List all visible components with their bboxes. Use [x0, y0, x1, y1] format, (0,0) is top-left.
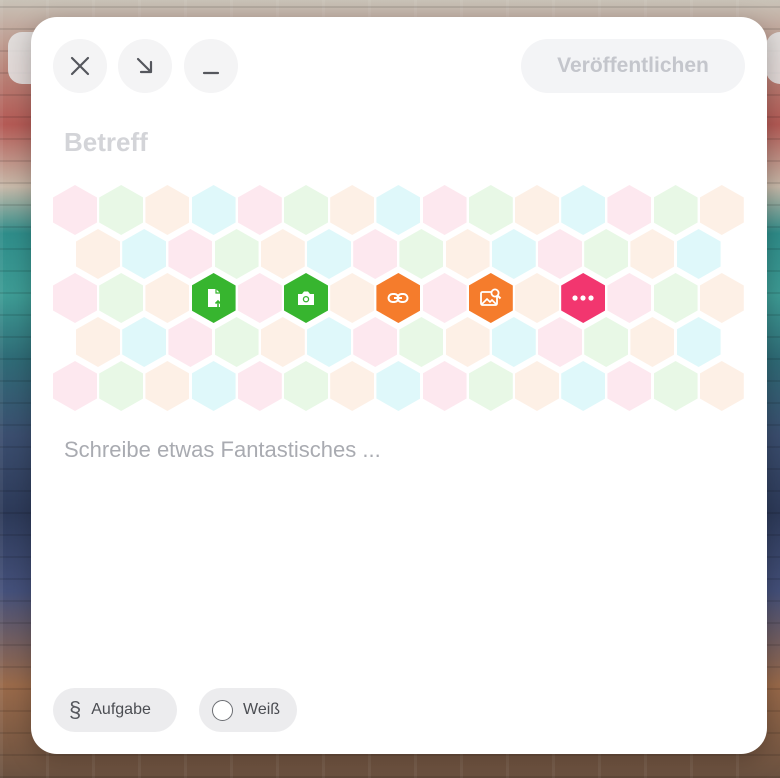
decorative-hexagon [53, 361, 97, 411]
decorative-hexagon [561, 185, 606, 235]
decorative-hexagon [515, 273, 559, 323]
decorative-hexagon [353, 317, 398, 367]
decorative-hexagon [260, 229, 305, 279]
decorative-hexagon [53, 273, 97, 323]
decorative-hexagon [376, 185, 421, 235]
more-icon [571, 293, 595, 303]
decorative-hexagon [237, 361, 282, 411]
decorative-hexagon [468, 361, 513, 411]
decorative-hexagon [168, 229, 213, 279]
decorative-hexagon [607, 185, 652, 235]
decorative-hexagon [353, 229, 398, 279]
decorative-hexagon [630, 229, 675, 279]
decorative-hexagon [237, 185, 282, 235]
decorative-hexagon [330, 273, 375, 323]
decorative-hexagon [515, 361, 559, 411]
color-select-button[interactable]: Weiß [199, 688, 297, 732]
camera-button[interactable] [284, 273, 328, 323]
decorative-hexagon [653, 361, 698, 411]
decorative-hexagon [76, 317, 120, 367]
compose-dialog: Veröffentlichen Betreff Schreibe etwas F… [31, 17, 767, 754]
decorative-hexagon [99, 185, 144, 235]
decorative-hexagon [468, 185, 513, 235]
decorative-hexagon [237, 273, 282, 323]
decorative-hexagon [330, 361, 375, 411]
decorative-hexagon [491, 317, 536, 367]
decorative-hexagon [630, 317, 675, 367]
decorative-hexagon [376, 361, 421, 411]
decorative-hexagon [122, 317, 167, 367]
decorative-hexagon [330, 185, 375, 235]
decorative-hexagon [538, 229, 582, 279]
decorative-hexagon [422, 185, 467, 235]
task-toggle-button[interactable]: § Aufgabe [53, 688, 177, 732]
expand-button[interactable] [118, 39, 172, 93]
image-search-icon [479, 287, 503, 309]
decorative-hexagon [653, 185, 698, 235]
decorative-hexagon [607, 361, 652, 411]
decorative-hexagon [53, 185, 97, 235]
minimize-button[interactable] [184, 39, 238, 93]
decorative-hexagon [676, 229, 721, 279]
file-upload-icon [203, 287, 225, 309]
decorative-hexagon [191, 185, 236, 235]
publish-button[interactable]: Veröffentlichen [521, 39, 745, 93]
decorative-hexagon [491, 229, 536, 279]
decorative-hexagon [422, 273, 467, 323]
decorative-hexagon [399, 229, 444, 279]
decorative-hexagon [561, 361, 606, 411]
decorative-hexagon [168, 317, 213, 367]
decorative-hexagon [122, 229, 167, 279]
decorative-hexagon [260, 317, 305, 367]
decorative-hexagon [699, 185, 744, 235]
decorative-hexagon [445, 317, 490, 367]
color-label: Weiß [243, 701, 281, 718]
decorative-hexagon [99, 361, 144, 411]
decorative-hexagon [76, 229, 120, 279]
task-label: Aufgabe [91, 701, 151, 718]
decorative-hexagon [191, 361, 236, 411]
decorative-hexagon [607, 273, 652, 323]
arrow-down-right-icon [136, 57, 153, 74]
decorative-hexagon [584, 229, 629, 279]
decorative-hexagon [653, 273, 698, 323]
decorative-hexagon [676, 317, 721, 367]
decorative-hexagon [699, 273, 744, 323]
decorative-hexagon [399, 317, 444, 367]
link-icon [386, 287, 410, 309]
decorative-hexagon [214, 229, 259, 279]
decorative-hexagon [145, 273, 190, 323]
decorative-hexagon [515, 185, 559, 235]
section-sign-icon: § [69, 697, 82, 722]
color-radio-icon [212, 699, 233, 721]
link-button[interactable] [376, 273, 421, 323]
decorative-hexagon [584, 317, 629, 367]
upload-file-button[interactable] [191, 273, 236, 323]
decorative-hexagon [538, 317, 582, 367]
minimize-icon [202, 71, 220, 75]
decorative-hexagon [307, 229, 351, 279]
decorative-hexagon [99, 273, 144, 323]
decorative-hexagon [445, 229, 490, 279]
background-window-edge-right [766, 32, 780, 84]
decorative-hexagon [284, 361, 328, 411]
decorative-hexagon [145, 361, 190, 411]
body-text-input[interactable]: Schreibe etwas Fantastisches ... [64, 437, 381, 463]
close-button[interactable] [53, 39, 107, 93]
camera-icon [295, 287, 317, 309]
decorative-hexagon [214, 317, 259, 367]
close-icon [70, 56, 90, 76]
image-search-button[interactable] [468, 273, 513, 323]
more-button[interactable] [561, 273, 606, 323]
subject-input[interactable]: Betreff [64, 127, 148, 158]
decorative-hexagon [699, 361, 744, 411]
decorative-hexagon [284, 185, 328, 235]
decorative-hexagon [145, 185, 190, 235]
decorative-hexagon [307, 317, 351, 367]
decorative-hexagon [422, 361, 467, 411]
